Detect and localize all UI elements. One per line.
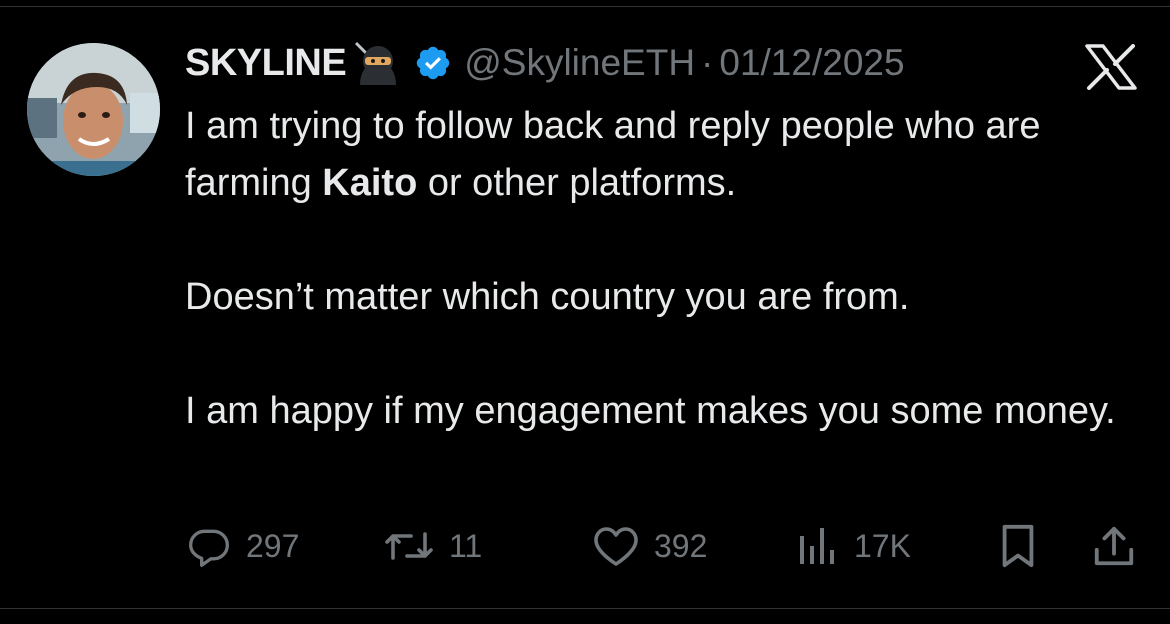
share-icon <box>1094 526 1134 566</box>
user-handle[interactable]: @SkylineETH <box>464 42 695 84</box>
tweet-paragraph-2: Doesn’t matter which country you are fro… <box>185 276 910 318</box>
tweet-text: I am trying to follow back and reply peo… <box>185 98 1145 440</box>
repost-count: 11 <box>449 527 483 564</box>
repost-icon <box>385 532 433 560</box>
action-bar: 297 11 392 17K <box>0 520 1170 572</box>
reply-icon <box>189 529 229 567</box>
repost-button[interactable]: 11 <box>383 520 482 572</box>
bookmark-icon <box>1002 524 1034 568</box>
tweet-date[interactable]: 01/12/2025 <box>719 42 904 84</box>
heart-icon <box>594 527 638 566</box>
tweet-card: SKYLINE @SkylineETH · 01/12/2025 I am tr… <box>0 0 1170 624</box>
reply-button[interactable]: 297 <box>186 520 299 572</box>
views-icon <box>800 528 834 564</box>
tweet-paragraph-3: I am happy if my engagement makes you so… <box>185 390 1116 432</box>
reply-count: 297 <box>246 527 300 564</box>
ninja-emoji-icon <box>350 39 402 87</box>
x-logo-icon <box>1083 44 1139 90</box>
verified-badge-icon[interactable] <box>414 44 452 82</box>
view-count: 17K <box>854 527 911 564</box>
display-name[interactable]: SKYLINE <box>185 42 347 85</box>
tweet-header: SKYLINE @SkylineETH · 01/12/2025 <box>185 38 905 88</box>
bookmark-button[interactable] <box>998 520 1038 572</box>
tweet-paragraph-1: I am trying to follow back and reply peo… <box>185 98 1145 212</box>
like-button[interactable]: 392 <box>592 520 707 572</box>
tweet-text-part: or other platforms. <box>417 162 737 204</box>
like-count: 392 <box>654 527 708 564</box>
tweet-text-bold: Kaito <box>322 162 418 204</box>
separator-dot: · <box>701 42 714 83</box>
views-button[interactable]: 17K <box>796 520 911 572</box>
avatar-image <box>27 43 160 176</box>
top-divider <box>0 6 1170 7</box>
share-button[interactable] <box>1092 520 1136 572</box>
avatar[interactable] <box>27 43 160 176</box>
bottom-divider <box>0 608 1170 609</box>
